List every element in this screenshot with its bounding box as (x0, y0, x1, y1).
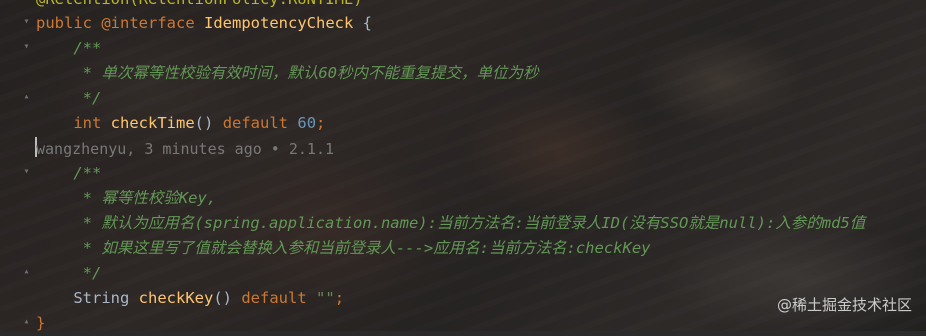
comment-start: /** (73, 164, 102, 182)
method-checktime: checkTime (110, 114, 195, 132)
close-brace: } (36, 314, 46, 332)
comment-line: * 默认为应用名(spring.application.name):当前方法名:… (36, 211, 866, 236)
semicolon: ; (316, 114, 326, 132)
type-int: int (73, 114, 102, 132)
comment-line: * 如果这里写了值就会替换入参和当前登录人--->应用名:当前方法名:check… (36, 236, 651, 261)
parens: () (194, 114, 214, 132)
code-line-checkkey: String checkKey() default ""; (36, 286, 344, 311)
fold-icon[interactable]: ▴ (21, 91, 32, 102)
default-value: "" (316, 289, 335, 307)
comment-line: /** (36, 161, 101, 186)
code-line-interface-decl: public @interface IdempotencyCheck { (36, 11, 372, 36)
comment-text: * 默认为应用名(spring.application.name):当前方法名:… (82, 214, 866, 232)
comment-line: */ (36, 86, 102, 111)
comment-line: */ (36, 261, 102, 286)
comment-text: * 单次幂等性校验有效时间，默认60秒内不能重复提交，单位为秒 (82, 64, 539, 82)
fold-icon[interactable]: ▴ (21, 316, 32, 327)
git-blame-annotation[interactable]: wangzhenyu, 3 minutes ago • 2.1.1 (36, 137, 334, 162)
parens: () (213, 289, 232, 307)
comment-text: * 如果这里写了值就会替换入参和当前登录人--->应用名:当前方法名:check… (82, 239, 651, 257)
code-line-checktime: int checkTime() default 60; (36, 111, 325, 136)
comment-end: */ (82, 89, 102, 107)
fold-icon[interactable]: ▴ (21, 266, 32, 277)
editor-gutter[interactable]: ▾ ▾ ▴ ▾ ▴ ▴ (0, 0, 36, 331)
blame-text: wangzhenyu, 3 minutes ago • 2.1.1 (36, 140, 335, 158)
keyword-default: default (241, 289, 307, 307)
fold-icon[interactable]: ▾ (21, 166, 32, 177)
fold-icon[interactable]: ▾ (21, 16, 32, 27)
semicolon: ; (334, 289, 345, 307)
fold-icon[interactable]: ▾ (21, 41, 32, 52)
watermark: @稀土掘金技术社区 (776, 296, 912, 314)
comment-line: * 单次幂等性校验有效时间，默认60秒内不能重复提交，单位为秒 (36, 61, 539, 86)
keyword-interface: @interface (101, 14, 195, 32)
keyword-default: default (222, 114, 289, 132)
comment-line: /** (36, 36, 101, 61)
comment-text: * 幂等性校验Key, (82, 189, 217, 207)
keyword-public: public (36, 14, 92, 32)
interface-name: IdempotencyCheck (204, 14, 354, 32)
comment-end: */ (82, 264, 102, 282)
comment-start: /** (73, 39, 102, 57)
method-checkkey: checkKey (138, 289, 214, 307)
open-brace: { (353, 14, 372, 32)
default-value: 60 (297, 114, 317, 132)
comment-line: * 幂等性校验Key, (36, 186, 217, 211)
background-dim (0, 0, 926, 331)
type-string: String (73, 289, 130, 307)
